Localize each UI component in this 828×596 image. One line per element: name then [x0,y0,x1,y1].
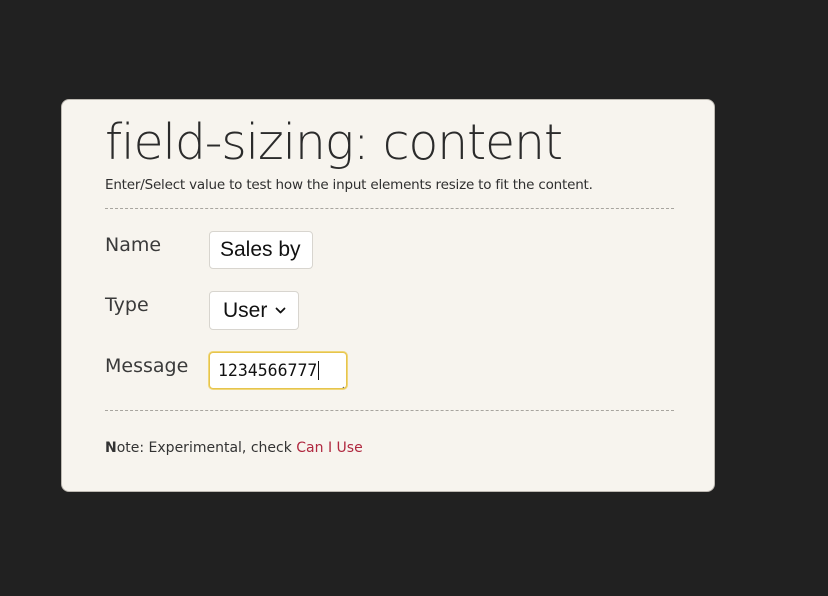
type-select-value: User [223,298,268,322]
demo-card: field-sizing: content Enter/Select value… [61,99,715,492]
name-label: Name [105,234,162,256]
note-prefix: N [105,440,117,456]
message-textarea[interactable]: 1234566777 [209,352,347,389]
experimental-note: Note: Experimental, check Can I Use [105,440,363,456]
name-input[interactable] [209,231,313,269]
text-caret [318,361,320,380]
can-i-use-link[interactable]: Can I Use [296,440,362,456]
chevron-down-icon [274,304,287,317]
type-label: Type [105,294,149,316]
resize-grip-icon[interactable] [337,379,345,388]
page-subtitle: Enter/Select value to test how the input… [105,177,593,193]
type-select[interactable]: User [209,291,299,330]
page-title: field-sizing: content [105,114,563,171]
bottom-divider [105,410,674,411]
message-label: Message [105,355,189,377]
message-text: 1234566777 [218,361,318,380]
top-divider [105,208,674,209]
note-text: ote: Experimental, check [116,440,297,456]
